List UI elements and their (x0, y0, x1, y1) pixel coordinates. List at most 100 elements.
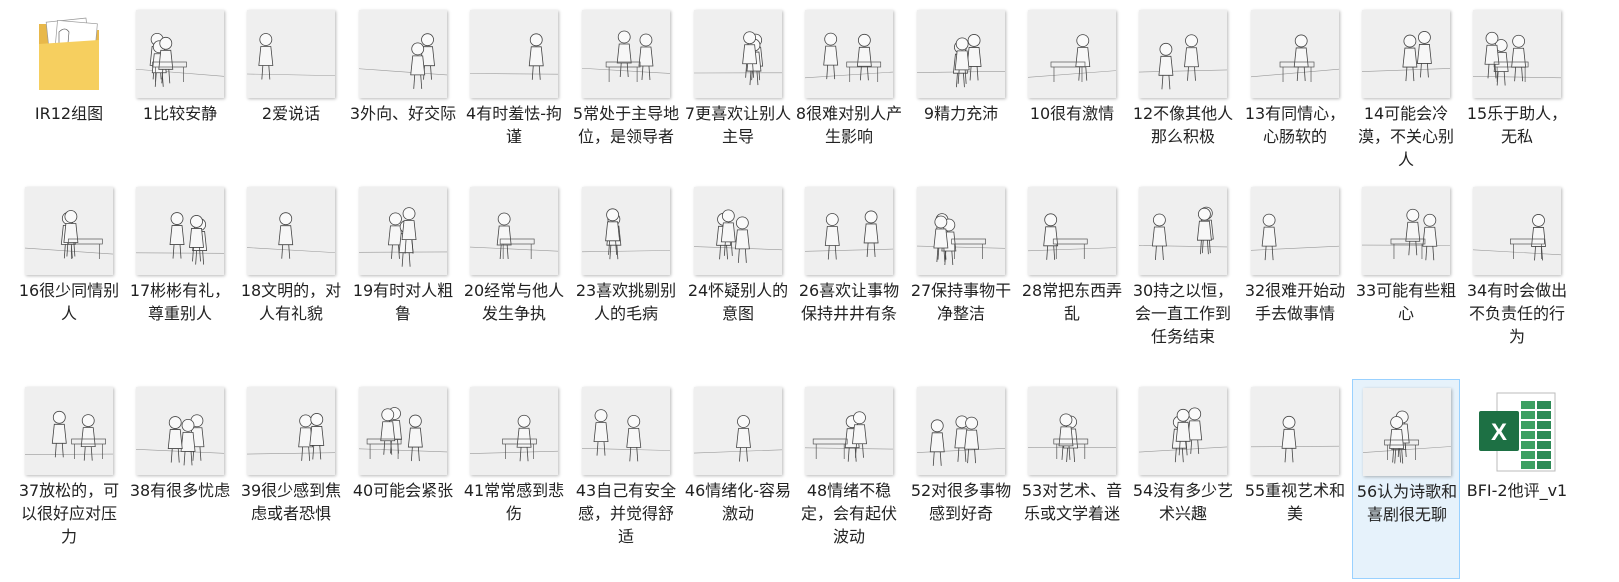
file-name-label: 8很难对别人产生影响 (795, 104, 903, 146)
file-name-label: 48情绪不稳定，会有起伏波动 (800, 481, 897, 546)
image-thumbnail (917, 387, 1005, 475)
image-file-item[interactable]: 15乐于助人，无私 (1463, 2, 1571, 174)
image-thumbnail (1363, 388, 1451, 476)
image-file-item[interactable]: 26喜欢让事物保持井井有条 (795, 179, 903, 375)
image-file-item[interactable]: 43自己有安全感，并觉得舒适 (572, 379, 680, 579)
file-name-label: 37放松的，可以很好应对压力 (18, 481, 120, 546)
image-file-item[interactable]: 55重视艺术和美 (1241, 379, 1349, 579)
file-name-label: 24怀疑别人的意图 (687, 281, 789, 323)
file-name-label: 2爱说话 (261, 104, 321, 123)
file-name-label: 40可能会紧张 (352, 481, 454, 500)
file-name-label: 23喜欢挑剔别人的毛病 (575, 281, 677, 323)
file-name-label: 38有很多忧虑 (129, 481, 231, 500)
image-file-item[interactable]: 1比较安静 (126, 2, 234, 174)
image-thumbnail (1028, 387, 1116, 475)
image-thumbnail (1139, 187, 1227, 275)
image-file-item[interactable]: 10很有激情 (1018, 2, 1126, 174)
image-file-item[interactable]: 46情绪化-容易激动 (684, 379, 792, 579)
image-thumbnail (359, 387, 447, 475)
folder-item[interactable]: IR12组图 (15, 2, 123, 174)
file-name-label: 5常处于主导地位，是领导者 (572, 104, 680, 146)
file-name-label: IR12组图 (34, 104, 104, 123)
image-file-item[interactable]: 34有时会做出不负责任的行为 (1463, 179, 1571, 375)
image-thumbnail (582, 10, 670, 98)
image-thumbnail (1362, 10, 1450, 98)
file-name-label: 56认为诗歌和喜剧很无聊 (1356, 482, 1458, 524)
image-thumbnail (1473, 10, 1561, 98)
image-file-item[interactable]: 30持之以恒，会一直工作到任务结束 (1129, 179, 1237, 375)
image-file-item[interactable]: 14可能会冷漠，不关心别人 (1352, 2, 1460, 174)
file-name-label: 52对很多事物感到好奇 (910, 481, 1012, 523)
image-file-item[interactable]: 12不像其他人那么积极 (1129, 2, 1237, 174)
image-file-item[interactable]: 28常把东西弄乱 (1018, 179, 1126, 375)
file-name-label: BFI-2他评_v1 (1466, 481, 1568, 500)
image-file-item[interactable]: 52对很多事物感到好奇 (907, 379, 1015, 579)
image-file-item[interactable]: 7更喜欢让别人主导 (684, 2, 792, 174)
image-file-item[interactable]: 8很难对别人产生影响 (795, 2, 903, 174)
file-name-label: 39很少感到焦虑或者恐惧 (240, 481, 342, 523)
file-name-label: 43自己有安全感，并觉得舒适 (575, 481, 677, 546)
image-thumbnail (1251, 187, 1339, 275)
file-name-label: 53对艺术、音乐或文学着迷 (1021, 481, 1123, 523)
image-thumbnail (1139, 387, 1227, 475)
file-name-label: 20经常与他人发生争执 (463, 281, 565, 323)
image-file-item[interactable]: 17彬彬有礼，尊重别人 (126, 179, 234, 375)
spreadsheet-file-item[interactable]: X BFI-2他评_v1 (1463, 379, 1571, 579)
image-thumbnail (582, 387, 670, 475)
file-name-label: 28常把东西弄乱 (1021, 281, 1123, 323)
file-name-label: 32很难开始动手去做事情 (1244, 281, 1346, 323)
image-file-item[interactable]: 38有很多忧虑 (126, 379, 234, 579)
image-file-item[interactable]: 33可能有些粗心 (1352, 179, 1460, 375)
image-thumbnail (136, 10, 224, 98)
file-name-label: 34有时会做出不负责任的行为 (1466, 281, 1568, 346)
image-file-item[interactable]: 39很少感到焦虑或者恐惧 (237, 379, 345, 579)
file-name-label: 12不像其他人那么积极 (1132, 104, 1234, 146)
file-name-label: 1比较安静 (142, 104, 218, 123)
svg-text:X: X (1491, 419, 1507, 446)
image-file-item[interactable]: 2爱说话 (237, 2, 345, 174)
file-name-label: 18文明的，对人有礼貌 (240, 281, 342, 323)
image-file-item[interactable]: 20经常与他人发生争执 (460, 179, 568, 375)
file-name-label: 46情绪化-容易激动 (684, 481, 792, 523)
image-file-item[interactable]: 56认为诗歌和喜剧很无聊 (1352, 379, 1460, 579)
image-file-item[interactable]: 53对艺术、音乐或文学着迷 (1018, 379, 1126, 579)
image-file-item[interactable]: 18文明的，对人有礼貌 (237, 179, 345, 375)
image-thumbnail (805, 387, 893, 475)
file-name-label: 33可能有些粗心 (1355, 281, 1457, 323)
image-file-item[interactable]: 24怀疑别人的意图 (684, 179, 792, 375)
image-thumbnail (917, 187, 1005, 275)
file-name-label: 30持之以恒，会一直工作到任务结束 (1132, 281, 1234, 346)
image-thumbnail (247, 187, 335, 275)
image-thumbnail (1473, 187, 1561, 275)
image-file-item[interactable]: 40可能会紧张 (349, 379, 457, 579)
image-file-item[interactable]: 23喜欢挑剔别人的毛病 (572, 179, 680, 375)
file-name-label: 17彬彬有礼，尊重别人 (129, 281, 231, 323)
image-file-item[interactable]: 48情绪不稳定，会有起伏波动 (795, 379, 903, 579)
file-name-label: 10很有激情 (1029, 104, 1115, 123)
image-thumbnail (136, 187, 224, 275)
image-file-item[interactable]: 4有时羞怯-拘谨 (460, 2, 568, 174)
image-thumbnail (694, 387, 782, 475)
image-thumbnail (1362, 187, 1450, 275)
file-name-label: 9精力充沛 (923, 104, 999, 123)
image-file-item[interactable]: 37放松的，可以很好应对压力 (15, 379, 123, 579)
file-name-label: 26喜欢让事物保持井井有条 (798, 281, 900, 323)
file-name-label: 15乐于助人，无私 (1466, 104, 1568, 146)
file-name-label: 41常常感到悲伤 (463, 481, 565, 523)
image-file-item[interactable]: 19有时对人粗鲁 (349, 179, 457, 375)
image-thumbnail (25, 387, 113, 475)
image-file-item[interactable]: 3外向、好交际 (349, 2, 457, 174)
image-thumbnail (805, 187, 893, 275)
image-thumbnail (470, 387, 558, 475)
image-file-item[interactable]: 32很难开始动手去做事情 (1241, 179, 1349, 375)
image-thumbnail (1251, 387, 1339, 475)
image-file-item[interactable]: 9精力充沛 (907, 2, 1015, 174)
image-file-item[interactable]: 41常常感到悲伤 (460, 379, 568, 579)
image-thumbnail (470, 10, 558, 98)
image-file-item[interactable]: 5常处于主导地位，是领导者 (572, 2, 680, 174)
image-file-item[interactable]: 13有同情心，心肠软的 (1241, 2, 1349, 174)
image-file-item[interactable]: 54没有多少艺术兴趣 (1129, 379, 1237, 579)
image-thumbnail (25, 187, 113, 275)
image-file-item[interactable]: 16很少同情别人 (15, 179, 123, 375)
image-file-item[interactable]: 27保持事物干净整洁 (907, 179, 1015, 375)
